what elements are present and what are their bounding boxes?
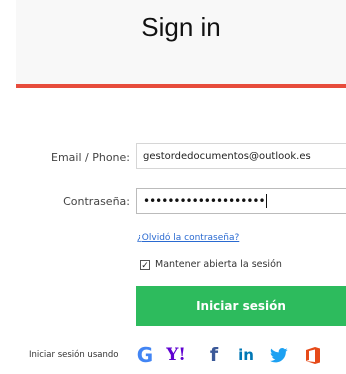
social-login-label: Iniciar sesión usando — [29, 350, 119, 360]
twitter-bird-shape — [270, 347, 288, 362]
text-caret — [265, 194, 267, 208]
keep-signed-in-label: Mantener abierta la sesión — [155, 259, 282, 270]
google-icon[interactable]: G — [134, 341, 156, 369]
twitter-icon[interactable] — [268, 341, 290, 369]
password-field[interactable]: •••••••••••••••••••• — [136, 188, 346, 214]
password-label: Contraseña: — [63, 195, 130, 208]
page-title: Sign in — [141, 12, 221, 42]
email-label: Email / Phone: — [51, 151, 130, 164]
office-logo-shape — [306, 346, 320, 364]
keep-signed-in[interactable]: ✓ Mantener abierta la sesión — [140, 259, 282, 270]
linkedin-icon[interactable]: in — [234, 341, 258, 369]
email-field[interactable]: gestordedocumentos@outlook.es — [136, 143, 346, 169]
forgot-password-link[interactable]: ¿Olvidó la contraseña? — [137, 233, 239, 243]
office-icon[interactable] — [302, 341, 324, 369]
header-panel: Sign in — [16, 0, 346, 88]
email-value: gestordedocumentos@outlook.es — [143, 150, 311, 162]
keep-signed-in-checkbox[interactable]: ✓ — [140, 259, 150, 270]
header-accent-bar — [16, 84, 346, 88]
sign-in-button[interactable]: Iniciar sesión — [136, 286, 346, 326]
yahoo-icon[interactable]: Y! — [164, 341, 188, 369]
facebook-icon[interactable]: f — [206, 341, 222, 369]
password-value: •••••••••••••••••••• — [143, 194, 266, 208]
